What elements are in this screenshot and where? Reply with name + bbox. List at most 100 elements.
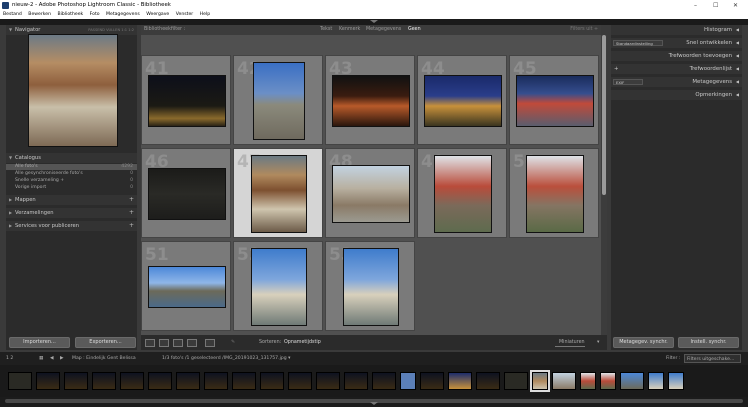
photo-thumbnail[interactable] [251,155,307,233]
loupe-view-icon[interactable] [159,339,169,347]
filmstrip-thumbnail[interactable] [448,372,472,390]
close-button[interactable]: ✕ [733,0,738,11]
comments-header[interactable]: Opmerkingen ◀ [611,90,742,100]
filmstrip-thumbnail[interactable] [504,372,528,390]
grid-cell[interactable]: 44 [417,55,507,145]
filmstrip-thumbnail[interactable] [400,372,416,390]
catalog-row[interactable]: Snelle verzameling + 0 [6,178,137,184]
catalog-header[interactable]: ▼ Catalogus [6,153,137,163]
compare-view-icon[interactable] [173,339,183,347]
filmstrip-filter-select[interactable]: Filters uitgeschake... [684,354,741,363]
filmstrip-thumbnail[interactable] [232,372,256,390]
sort-value[interactable]: Opnametijdstip [284,335,321,350]
secondary-display-buttons[interactable]: 1 2 [6,352,13,365]
filter-preset[interactable]: Filters uit ÷ [570,25,598,35]
filter-tab-text[interactable]: Tekst [320,25,332,35]
keyword-list-header[interactable]: + Trefwoordenlijst ◀ [611,64,742,74]
toolbar-menu-icon[interactable]: ▾ [597,335,599,350]
grid-scrollbar[interactable] [601,35,607,335]
filter-tab-attribute[interactable]: Kenmerk [339,25,360,35]
keywording-header[interactable]: Trefwoorden toevoegen ◀ [611,51,742,61]
filmstrip-thumbnail[interactable] [476,372,500,390]
filmstrip-thumbnail[interactable] [552,372,576,390]
quick-develop-header[interactable]: Standaardinstelling Snel ontwikkelen ◀ [611,38,742,48]
add-keyword-icon[interactable]: + [614,64,619,74]
filmstrip-thumbnail[interactable] [176,372,200,390]
filmstrip-thumbnail[interactable] [288,372,312,390]
add-collection-icon[interactable]: + [129,208,134,218]
grid-cell[interactable]: 47 [233,148,323,238]
export-button[interactable]: Exporteren... [75,337,136,348]
grid-view-icon[interactable] [145,339,155,347]
grid-cell[interactable]: 51 [141,241,231,331]
catalog-row[interactable]: Vorige import 0 [6,185,137,191]
survey-view-icon[interactable] [187,339,197,347]
painter-icon[interactable]: ✎ [231,335,235,350]
photo-thumbnail[interactable] [434,155,492,233]
filmstrip-scrollbar[interactable] [0,397,748,407]
photo-thumbnail[interactable] [253,62,305,140]
filmstrip-thumbnail[interactable] [372,372,396,390]
menu-help[interactable]: Help [200,12,210,17]
photo-thumbnail[interactable] [343,248,399,326]
photo-thumbnail[interactable] [516,75,594,127]
photo-thumbnail[interactable] [424,75,502,127]
menu-view[interactable]: Weergave [146,12,169,17]
add-folder-icon[interactable]: + [129,195,134,205]
menu-file[interactable]: Bestand [3,12,22,17]
quick-develop-preset-select[interactable]: Standaardinstelling [613,40,663,46]
sync-metadata-button[interactable]: Metagegev. synchr. [613,337,674,348]
grid-cell[interactable]: 49 [417,148,507,238]
navigator-preview-image[interactable] [28,34,118,147]
grid-cell[interactable]: 46 [141,148,231,238]
menu-photo[interactable]: Foto [90,12,100,17]
collections-header[interactable]: ▶ Verzamelingen + [6,208,137,218]
menu-library[interactable]: Bibliotheek [57,12,83,17]
scrollbar-thumb[interactable] [602,35,606,195]
histogram-header[interactable]: Histogram ◀ [611,25,742,35]
photo-thumbnail[interactable] [148,266,226,308]
grid-cell[interactable]: 43 [325,55,415,145]
filmstrip-thumbnail[interactable] [64,372,88,390]
photo-thumbnail[interactable] [332,165,410,223]
grid-cell[interactable]: 48 [325,148,415,238]
collapse-triangle-icon[interactable] [370,402,378,405]
back-icon[interactable]: ◀ [50,352,54,365]
people-view-icon[interactable] [205,339,215,347]
filmstrip-thumbnail[interactable] [92,372,116,390]
filmstrip-thumbnail[interactable] [344,372,368,390]
filmstrip-thumbnail[interactable] [204,372,228,390]
filmstrip-thumbnail[interactable] [668,372,684,390]
filmstrip-thumbnail[interactable] [580,372,596,390]
filmstrip-thumbnail[interactable] [420,372,444,390]
filter-tab-none[interactable]: Geen [408,25,421,35]
grid-cell[interactable]: 50 [509,148,599,238]
photo-thumbnail[interactable] [332,75,410,127]
filmstrip-thumbnail[interactable] [36,372,60,390]
sync-settings-button[interactable]: Instell. synchr. [678,337,739,348]
grid-cell[interactable]: 45 [509,55,599,145]
maximize-button[interactable]: ☐ [713,0,718,11]
filmstrip-selection[interactable]: 1/3 foto's /1 geselecteerd /IMG_20191023… [162,352,290,365]
photo-thumbnail[interactable] [148,168,226,220]
add-publish-icon[interactable]: + [129,221,134,231]
menu-window[interactable]: Venster [176,12,193,17]
metadata-header[interactable]: EXIF Metagegevens ◀ [611,77,742,87]
grid-cell[interactable]: 41 [141,55,231,145]
photo-thumbnail[interactable] [526,155,584,233]
folders-header[interactable]: ▶ Mappen + [6,195,137,205]
filmstrip-thumbnail[interactable] [600,372,616,390]
metadata-preset-select[interactable]: EXIF [613,79,643,85]
filmstrip-source[interactable]: Map : Eindelijk Gent Belissa [72,352,136,365]
grid-cell[interactable]: 52 [233,241,323,331]
catalog-row[interactable]: Alle gesynchroniseerde foto's 0 [6,171,137,177]
filmstrip-thumbnail[interactable] [8,372,32,390]
filmstrip-thumbnail[interactable] [148,372,172,390]
filmstrip-thumbnail[interactable] [316,372,340,390]
photo-thumbnail[interactable] [148,75,226,127]
minimize-button[interactable]: – [694,0,697,11]
menu-metadata[interactable]: Metagegevens [106,12,140,17]
filmstrip-thumbnail[interactable] [648,372,664,390]
filter-tab-metadata[interactable]: Metagegevens [366,25,401,35]
grid-cell[interactable]: 53 [325,241,415,331]
